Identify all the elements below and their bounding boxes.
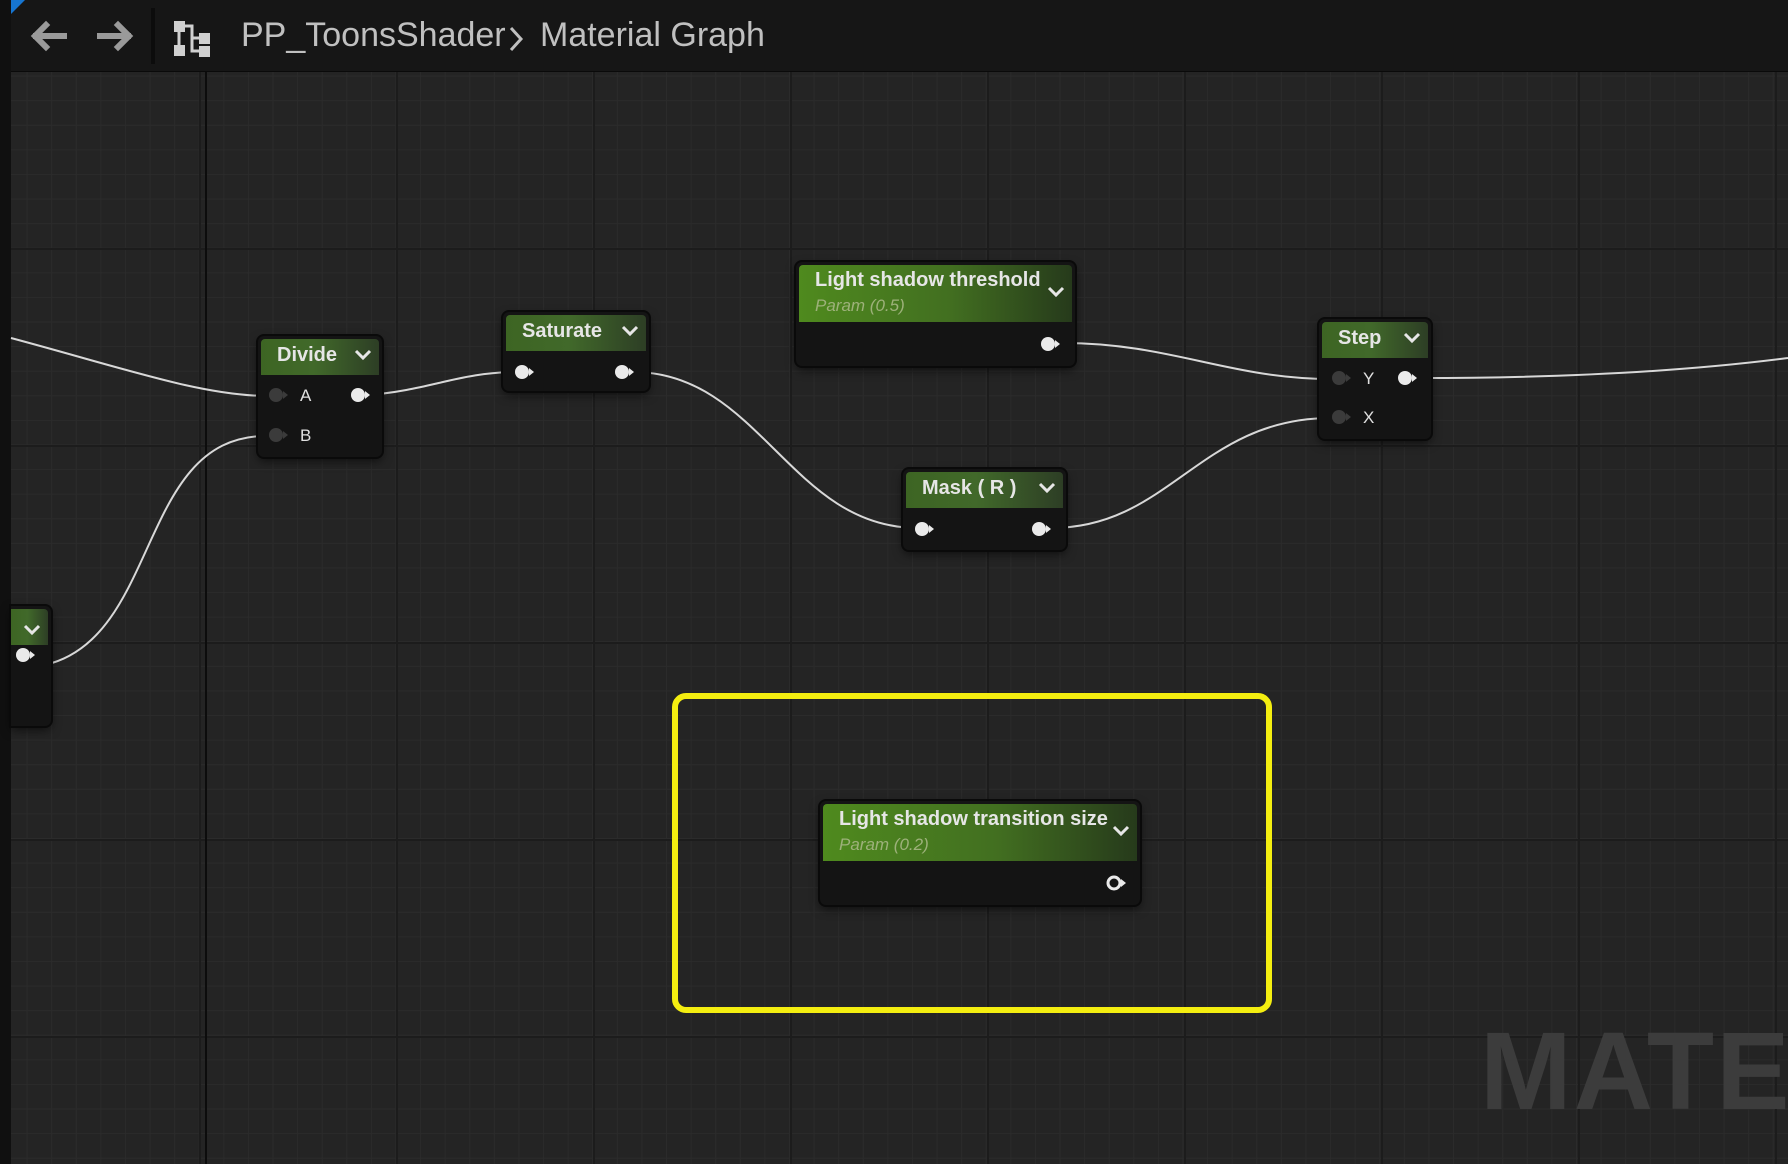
output-pin-icon[interactable] <box>1396 369 1418 387</box>
wire-in-b <box>51 435 267 664</box>
node-saturate-title: Saturate <box>522 320 603 342</box>
node-offscreen[interactable] <box>11 606 51 726</box>
node-mask-r[interactable]: Mask ( R ) <box>903 469 1066 550</box>
breadcrumb-graph[interactable]: Material Graph <box>540 15 765 55</box>
chevron-down-icon[interactable] <box>354 349 372 361</box>
input-pin-a-icon[interactable] <box>267 386 289 404</box>
graph-icon <box>172 18 214 58</box>
pin-label-b: B <box>300 426 312 445</box>
node-threshold-subtitle: Param (0.5) <box>815 296 905 315</box>
chevron-down-icon[interactable] <box>23 624 41 636</box>
forward-button[interactable] <box>96 18 136 54</box>
node-threshold-title: Light shadow threshold <box>815 269 1041 291</box>
input-pin-b-icon[interactable] <box>267 426 289 444</box>
input-pin-y-icon[interactable] <box>1330 369 1352 387</box>
node-step-title: Step <box>1338 327 1382 349</box>
pin-label-y: Y <box>1363 369 1375 388</box>
node-saturate[interactable]: Saturate <box>503 312 649 391</box>
node-divide[interactable]: Divide A B <box>258 336 382 457</box>
wire-divide-saturate <box>368 371 519 396</box>
input-pin-icon[interactable] <box>913 520 935 538</box>
output-pin-icon[interactable] <box>1039 335 1061 353</box>
output-pin-icon[interactable] <box>349 386 371 404</box>
pin-label-a: A <box>300 386 312 405</box>
wire-step-out <box>1419 357 1788 379</box>
chevron-down-icon[interactable] <box>621 325 639 337</box>
pin-label-x: X <box>1363 408 1375 427</box>
back-button[interactable] <box>28 18 68 54</box>
breadcrumb-chevron-icon <box>506 24 526 54</box>
output-pin-icon[interactable] <box>1030 520 1052 538</box>
node-mask-title: Mask ( R ) <box>922 477 1017 499</box>
output-pin-icon[interactable] <box>14 646 36 664</box>
tab-corner-indicator <box>11 0 25 14</box>
chevron-down-icon[interactable] <box>1047 286 1065 298</box>
chevron-down-icon[interactable] <box>1038 482 1056 494</box>
wire-mask-step <box>1050 417 1332 529</box>
arrow-right-icon <box>97 20 134 52</box>
wire-in-a <box>10 337 267 397</box>
chevron-down-icon[interactable] <box>1403 332 1421 344</box>
graph-watermark: MATER <box>1480 1010 1788 1133</box>
wire-saturate-mask <box>632 371 919 529</box>
node-divide-title: Divide <box>277 344 338 366</box>
node-step[interactable]: Step Y X <box>1319 319 1431 439</box>
node-light-shadow-threshold[interactable]: Light shadow threshold Param (0.5) <box>796 262 1075 366</box>
arrow-left-icon <box>30 20 67 52</box>
highlight-box <box>672 693 1272 1013</box>
toolbar-separator <box>151 8 155 64</box>
breadcrumb-asset[interactable]: PP_ToonsShader <box>241 15 506 55</box>
wire-threshold-step <box>1062 342 1332 380</box>
output-pin-icon[interactable] <box>613 363 635 381</box>
input-pin-x-icon[interactable] <box>1330 408 1352 426</box>
input-pin-icon[interactable] <box>513 363 535 381</box>
